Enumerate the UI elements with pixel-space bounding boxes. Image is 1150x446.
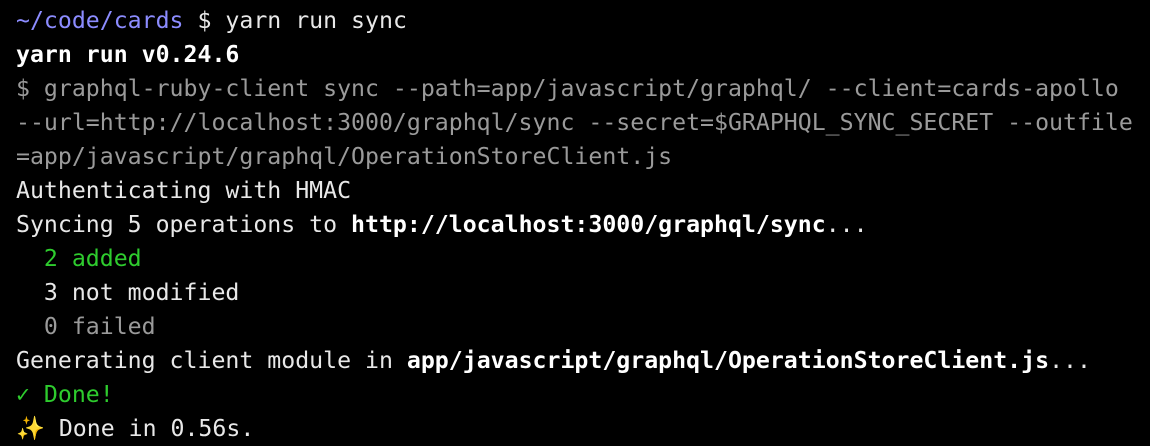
prompt-command: yarn run sync: [225, 7, 407, 34]
prompt-path: ~/code/cards: [16, 7, 184, 34]
generated-file-path: app/javascript/graphql/OperationStoreCli…: [406, 347, 1050, 374]
exec-command-line-3: =app/javascript/graphql/OperationStoreCl…: [16, 143, 673, 170]
auth-line: Authenticating with HMAC: [16, 177, 352, 204]
yarn-version-line: yarn run v0.24.6: [16, 41, 240, 68]
prompt-line: ~/code/cards $ yarn run sync: [16, 4, 1150, 38]
exec-command-line-1: $ graphql-ruby-client sync --path=app/ja…: [16, 75, 1119, 102]
sparkles-icon: ✨: [16, 415, 45, 442]
generating-line: Generating client module in app/javascri…: [16, 344, 1150, 378]
finish-line: ✨ Done in 0.56s.: [16, 412, 1150, 446]
generating-suffix: ...: [1049, 347, 1091, 374]
exec-command-line-2: --url=http://localhost:3000/graphql/sync…: [16, 109, 1133, 136]
syncing-prefix: Syncing 5 operations to: [16, 211, 352, 238]
result-added: 2 added: [16, 245, 142, 272]
terminal-window[interactable]: ~/code/cards $ yarn run sync yarn run v0…: [0, 0, 1150, 446]
prompt-symbol: $: [183, 7, 226, 34]
syncing-suffix: ...: [825, 211, 868, 238]
sync-url: http://localhost:3000/graphql/sync: [351, 211, 826, 238]
result-not-modified: 3 not modified: [16, 279, 240, 306]
generating-prefix: Generating client module in: [16, 347, 407, 374]
result-failed: 0 failed: [16, 313, 156, 340]
done-line: ✓ Done!: [16, 381, 114, 408]
finish-text: Done in 0.56s.: [44, 415, 255, 442]
syncing-line: Syncing 5 operations to http://localhost…: [16, 208, 1150, 242]
